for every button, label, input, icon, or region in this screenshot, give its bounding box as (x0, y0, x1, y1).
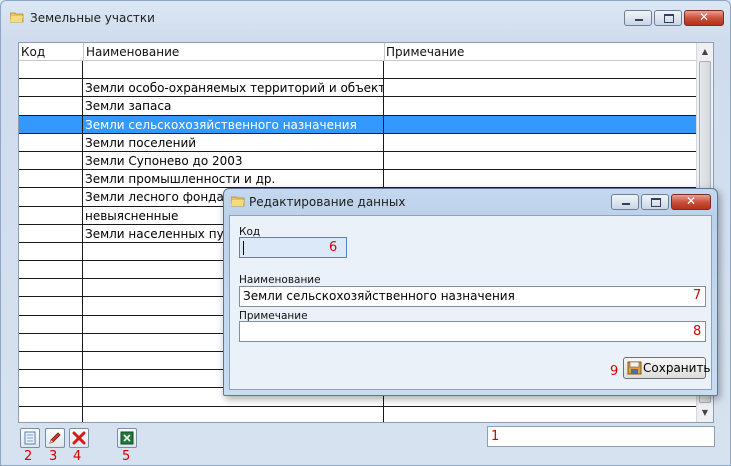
cell-code[interactable] (19, 406, 83, 422)
cell-note[interactable] (384, 134, 697, 151)
cell-code[interactable] (19, 61, 83, 79)
cell-note[interactable] (384, 152, 697, 169)
delete-record-button[interactable] (69, 428, 89, 448)
annotation-7: 7 (693, 288, 702, 303)
red-x-icon (72, 431, 86, 445)
folder-icon (231, 196, 245, 207)
cell-code[interactable] (19, 370, 83, 388)
dialog-minimize-button[interactable] (611, 194, 639, 210)
column-header-name[interactable]: Наименование (86, 45, 179, 59)
table-row-selected[interactable]: Земли сельскохозяйственного назначения (19, 115, 697, 134)
excel-icon (120, 431, 134, 445)
cell-code[interactable] (19, 115, 83, 133)
cell-code[interactable] (19, 133, 83, 151)
maximize-icon (664, 14, 674, 23)
save-button-label: Сохранить (643, 361, 711, 375)
annotation-2: 2 (24, 449, 33, 464)
annotation-3: 3 (49, 449, 58, 464)
table-row[interactable]: Земли запаса (19, 97, 697, 116)
name-field-value: Земли сельскохозяйственного назначения (243, 289, 515, 303)
maximize-icon (651, 198, 661, 207)
cell-code[interactable] (19, 170, 83, 188)
close-button[interactable]: ✕ (684, 10, 724, 26)
pencil-icon (49, 432, 61, 444)
cell-note[interactable] (384, 61, 697, 78)
cell-code[interactable] (19, 79, 83, 97)
cell-code[interactable] (19, 352, 83, 370)
main-window-title: Земельные участки (30, 11, 155, 25)
column-divider[interactable] (83, 43, 84, 61)
document-icon (24, 431, 36, 445)
cell-code[interactable] (19, 279, 83, 297)
annotation-4: 4 (73, 449, 82, 464)
save-icon (627, 361, 642, 375)
scroll-up-arrow-icon[interactable]: ▲ (697, 44, 713, 60)
table-row[interactable]: Земли промышленности и др. (19, 170, 697, 189)
note-field[interactable] (239, 321, 706, 342)
close-icon: ✕ (698, 10, 710, 24)
annotation-6: 6 (329, 240, 338, 255)
cell-code[interactable] (19, 297, 83, 315)
annotation-5: 5 (122, 449, 131, 464)
annotation-1: 1 (491, 429, 500, 444)
folder-icon (10, 12, 24, 23)
cell-note[interactable] (384, 79, 697, 96)
save-button[interactable]: Сохранить (623, 357, 711, 379)
minimize-icon (622, 203, 630, 205)
grid-header: Код Наименование Примечание (19, 43, 697, 61)
cell-code[interactable] (19, 151, 83, 170)
cell-note[interactable] (384, 407, 697, 422)
table-row[interactable]: Земли особо-охраняемых территорий и объе… (19, 79, 697, 98)
cell-code[interactable] (19, 206, 83, 224)
cell-name[interactable]: Земли особо-охраняемых территорий и объе… (83, 79, 384, 97)
minimize-button[interactable] (624, 10, 652, 26)
cell-code[interactable] (19, 188, 83, 206)
annotation-8: 8 (693, 324, 702, 339)
table-row[interactable] (19, 406, 697, 422)
cell-code[interactable] (19, 242, 83, 261)
cell-name[interactable]: Земли Супонево до 2003 (83, 151, 384, 170)
cell-code[interactable] (19, 315, 83, 333)
dialog-close-button[interactable]: ✕ (671, 194, 711, 210)
table-row[interactable]: Земли поселений (19, 133, 697, 152)
cell-name[interactable] (83, 61, 384, 79)
text-caret (243, 241, 244, 255)
cell-code[interactable] (19, 388, 83, 406)
cell-note[interactable] (384, 97, 697, 114)
name-label: Наименование (239, 274, 321, 286)
cell-name[interactable]: Земли сельскохозяйственного назначения (83, 115, 384, 133)
cell-name[interactable] (83, 406, 384, 422)
cell-code[interactable] (19, 97, 83, 115)
cell-code[interactable] (19, 224, 83, 242)
cell-name[interactable]: Земли поселений (83, 133, 384, 151)
new-record-button[interactable] (20, 428, 40, 448)
main-titlebar[interactable]: Земельные участки ✕ (1, 1, 730, 35)
cell-name[interactable]: Земли промышленности и др. (83, 170, 384, 188)
dialog-title: Редактирование данных (249, 195, 406, 209)
export-excel-button[interactable] (117, 428, 137, 448)
cell-note[interactable] (384, 170, 697, 187)
name-field[interactable]: Земли сельскохозяйственного назначения (239, 286, 706, 307)
cell-code[interactable] (19, 333, 83, 351)
cell-name[interactable]: Земли запаса (83, 97, 384, 115)
dialog-maximize-button[interactable] (641, 194, 669, 210)
close-icon: ✕ (685, 194, 697, 208)
column-header-note[interactable]: Примечание (386, 45, 464, 59)
cell-note[interactable] (384, 116, 697, 133)
cell-code[interactable] (19, 261, 83, 279)
column-divider[interactable] (384, 43, 385, 61)
annotation-9: 9 (610, 364, 619, 379)
edit-record-button[interactable] (45, 428, 65, 448)
column-header-code[interactable]: Код (21, 45, 45, 59)
edit-dialog: Редактирование данных ✕ Код 6 Наименован… (223, 188, 718, 396)
table-row[interactable] (19, 61, 697, 80)
scroll-down-arrow-icon[interactable]: ▼ (697, 405, 713, 421)
table-row[interactable]: Земли Супонево до 2003 (19, 151, 697, 171)
status-field[interactable] (487, 426, 715, 447)
minimize-icon (635, 19, 643, 21)
maximize-button[interactable] (654, 10, 682, 26)
